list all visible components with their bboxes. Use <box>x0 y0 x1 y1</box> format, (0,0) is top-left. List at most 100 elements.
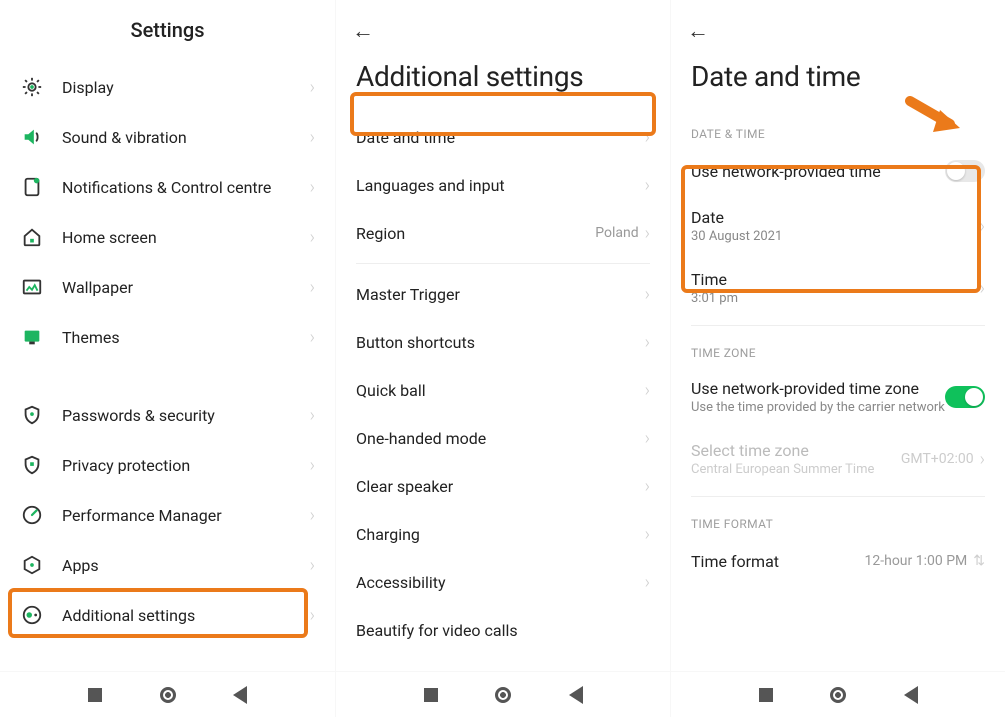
item-network-timezone[interactable]: Use network-provided time zone Use the t… <box>671 366 1005 428</box>
settings-item-performance[interactable]: Performance Manager › <box>0 490 335 540</box>
item-button-shortcuts[interactable]: Button shortcuts › <box>336 318 670 366</box>
toggle-network-time[interactable] <box>945 160 985 182</box>
date-and-time-screen: ← Date and time DATE & TIME Use network-… <box>670 0 1005 717</box>
item-sub: 3:01 pm <box>691 291 980 306</box>
item-label: Accessibility <box>356 573 645 592</box>
chevron-right-icon: › <box>310 77 315 98</box>
chevron-right-icon: › <box>645 223 650 244</box>
nav-back-icon[interactable] <box>904 686 918 704</box>
updown-icon: ⇅ <box>973 553 985 569</box>
shield-icon <box>20 453 44 477</box>
item-quick-ball[interactable]: Quick ball › <box>336 366 670 414</box>
settings-item-themes[interactable]: Themes › <box>0 312 335 362</box>
chevron-right-icon: › <box>980 278 985 299</box>
additional-settings-list: Date and time › Languages and input › Re… <box>336 113 670 671</box>
section-head-datetime: DATE & TIME <box>671 113 1005 147</box>
divider <box>356 263 650 264</box>
chevron-right-icon: › <box>310 455 315 476</box>
settings-item-passwords[interactable]: Passwords & security › <box>0 390 335 440</box>
item-label: Use network-provided time <box>691 162 945 181</box>
item-charging[interactable]: Charging › <box>336 510 670 558</box>
settings-item-label: Apps <box>62 556 310 575</box>
item-label: Master Trigger <box>356 285 645 304</box>
shield-icon <box>20 403 44 427</box>
nav-recents-icon[interactable] <box>424 688 438 702</box>
chevron-right-icon: › <box>645 572 650 593</box>
settings-item-label: Passwords & security <box>62 406 310 425</box>
settings-item-wallpaper[interactable]: Wallpaper › <box>0 262 335 312</box>
settings-list: Display › Sound & vibration › Notificati… <box>0 62 335 671</box>
item-label: Use network-provided time zone <box>691 379 945 398</box>
item-value: Poland <box>595 225 638 241</box>
settings-item-label: Themes <box>62 328 310 347</box>
chevron-right-icon: › <box>980 216 985 237</box>
chevron-right-icon: › <box>310 555 315 576</box>
notifications-icon <box>20 175 44 199</box>
item-one-handed[interactable]: One-handed mode › <box>336 414 670 462</box>
chevron-right-icon: › <box>645 127 650 148</box>
settings-item-additional[interactable]: Additional settings › <box>0 590 335 640</box>
item-value: 12-hour 1:00 PM <box>865 553 968 569</box>
home-icon <box>20 225 44 249</box>
page-title: Additional settings <box>336 52 670 113</box>
item-accessibility[interactable]: Accessibility › <box>336 558 670 606</box>
chevron-right-icon: › <box>310 505 315 526</box>
settings-item-display[interactable]: Display › <box>0 62 335 112</box>
nav-home-icon[interactable] <box>495 687 511 703</box>
toggle-network-timezone[interactable] <box>945 386 985 408</box>
additional-icon <box>20 603 44 627</box>
item-label: Charging <box>356 525 645 544</box>
item-network-time[interactable]: Use network-provided time <box>671 147 1005 195</box>
item-label: Region <box>356 224 595 243</box>
item-time-format[interactable]: Time format 12-hour 1:00 PM ⇅ <box>671 537 1005 585</box>
settings-item-privacy[interactable]: Privacy protection › <box>0 440 335 490</box>
back-arrow-icon[interactable]: ← <box>352 18 374 44</box>
item-clear-speaker[interactable]: Clear speaker › <box>336 462 670 510</box>
item-label: Quick ball <box>356 381 645 400</box>
item-label: Date and time <box>356 128 645 147</box>
item-sub: 30 August 2021 <box>691 229 980 244</box>
item-select-timezone: Select time zone Central European Summer… <box>671 428 1005 490</box>
chevron-right-icon: › <box>645 175 650 196</box>
item-label: Button shortcuts <box>356 333 645 352</box>
settings-item-notifications[interactable]: Notifications & Control centre › <box>0 162 335 212</box>
datetime-list: DATE & TIME Use network-provided time Da… <box>671 113 1005 671</box>
chevron-right-icon: › <box>310 327 315 348</box>
chevron-right-icon: › <box>310 405 315 426</box>
nav-home-icon[interactable] <box>830 687 846 703</box>
nav-home-icon[interactable] <box>160 687 176 703</box>
item-languages[interactable]: Languages and input › <box>336 161 670 209</box>
item-label: Date <box>691 208 980 227</box>
item-region[interactable]: Region Poland › <box>336 209 670 257</box>
settings-item-label: Privacy protection <box>62 456 310 475</box>
sound-icon <box>20 125 44 149</box>
back-arrow-icon[interactable]: ← <box>687 18 709 44</box>
chevron-right-icon: › <box>310 227 315 248</box>
item-date[interactable]: Date 30 August 2021 › <box>671 195 1005 257</box>
settings-item-apps[interactable]: Apps › <box>0 540 335 590</box>
display-icon <box>20 75 44 99</box>
item-label: Languages and input <box>356 176 645 195</box>
nav-recents-icon[interactable] <box>759 688 773 702</box>
nav-back-icon[interactable] <box>569 686 583 704</box>
settings-item-home-screen[interactable]: Home screen › <box>0 212 335 262</box>
nav-recents-icon[interactable] <box>88 688 102 702</box>
navbar <box>0 671 335 717</box>
settings-item-label: Performance Manager <box>62 506 310 525</box>
divider <box>691 325 985 326</box>
section-head-timezone: TIME ZONE <box>671 332 1005 366</box>
item-date-and-time[interactable]: Date and time › <box>336 113 670 161</box>
item-sub: Central European Summer Time <box>691 462 901 477</box>
wallpaper-icon <box>20 275 44 299</box>
chevron-right-icon: › <box>645 380 650 401</box>
item-time[interactable]: Time 3:01 pm › <box>671 257 1005 319</box>
header-bar: ← <box>671 0 1005 52</box>
navbar <box>671 671 1005 717</box>
settings-item-sound[interactable]: Sound & vibration › <box>0 112 335 162</box>
chevron-right-icon: › <box>645 524 650 545</box>
item-master-trigger[interactable]: Master Trigger › <box>336 270 670 318</box>
nav-back-icon[interactable] <box>233 686 247 704</box>
item-beautify-video[interactable]: Beautify for video calls <box>336 606 670 654</box>
themes-icon <box>20 325 44 349</box>
header-bar: ← <box>336 0 670 52</box>
